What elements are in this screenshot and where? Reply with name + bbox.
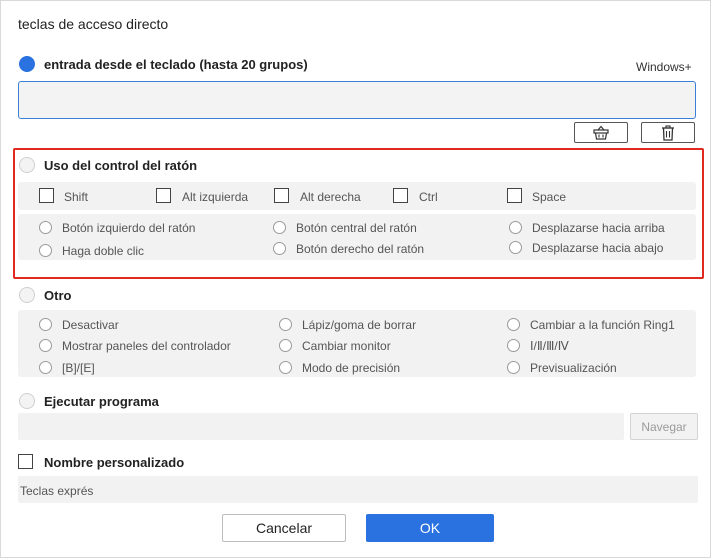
right-click-radio[interactable] [273, 242, 286, 255]
left-click-label: Botón izquierdo del ratón [62, 221, 196, 235]
left-click-radio[interactable] [39, 221, 52, 234]
delete-button[interactable] [641, 122, 695, 143]
alt-right-label: Alt derecha [300, 190, 361, 204]
disable-radio[interactable] [39, 318, 52, 331]
alt-left-checkbox[interactable] [156, 188, 171, 203]
custom-name-input[interactable]: Teclas exprés [18, 476, 698, 503]
ctrl-label: Ctrl [419, 190, 438, 204]
roman-modes-label: Ⅰ/Ⅱ/Ⅲ/Ⅳ [530, 339, 569, 353]
custom-name-label: Nombre personalizado [44, 455, 185, 470]
windows-prefix-label: Windows+ [636, 60, 692, 74]
show-panels-radio[interactable] [39, 339, 52, 352]
scroll-up-radio[interactable] [509, 221, 522, 234]
scroll-up-label: Desplazarse hacia arriba [532, 221, 665, 235]
middle-click-label: Botón central del ratón [296, 221, 417, 235]
scroll-down-label: Desplazarse hacia abajo [532, 241, 664, 255]
brush-eraser-label: [B]/[E] [62, 361, 95, 375]
ring1-radio[interactable] [507, 318, 520, 331]
ring1-label: Cambiar a la función Ring1 [530, 318, 675, 332]
ctrl-checkbox[interactable] [393, 188, 408, 203]
program-radio[interactable] [19, 393, 35, 409]
space-checkbox[interactable] [507, 188, 522, 203]
keyboard-label: entrada desde el teclado (hasta 20 grupo… [44, 57, 308, 72]
middle-click-radio[interactable] [273, 221, 286, 234]
double-click-radio[interactable] [39, 244, 52, 257]
disable-label: Desactivar [62, 318, 119, 332]
space-label: Space [532, 190, 567, 204]
precision-mode-label: Modo de precisión [302, 361, 401, 375]
preview-radio[interactable] [507, 361, 520, 374]
cancel-button[interactable]: Cancelar [222, 514, 346, 542]
mouse-label: Uso del control del ratón [44, 158, 198, 173]
dialog-title: teclas de acceso directo [18, 16, 169, 32]
precision-mode-radio[interactable] [279, 361, 292, 374]
right-click-label: Botón derecho del ratón [296, 242, 425, 256]
keyboard-shortcut-input[interactable] [18, 81, 696, 119]
custom-name-checkbox[interactable] [18, 454, 33, 469]
switch-monitor-label: Cambiar monitor [302, 339, 391, 353]
brush-eraser-radio[interactable] [39, 361, 52, 374]
scroll-down-radio[interactable] [509, 241, 522, 254]
mouse-radio[interactable] [19, 157, 35, 173]
shift-checkbox[interactable] [39, 188, 54, 203]
show-panels-label: Mostrar paneles del controlador [62, 339, 231, 353]
program-label: Ejecutar programa [44, 394, 159, 409]
browse-button[interactable]: Navegar [630, 413, 698, 440]
double-click-label: Haga doble clic [62, 244, 145, 258]
other-label: Otro [44, 288, 72, 303]
ok-button[interactable]: OK [366, 514, 494, 542]
shift-label: Shift [64, 190, 89, 204]
keyboard-radio[interactable] [19, 56, 35, 72]
pen-eraser-label: Lápiz/goma de borrar [302, 318, 417, 332]
alt-right-checkbox[interactable] [274, 188, 289, 203]
alt-left-label: Alt izquierda [182, 190, 249, 204]
pen-eraser-radio[interactable] [279, 318, 292, 331]
clear-button[interactable] [574, 122, 628, 143]
roman-modes-radio[interactable] [507, 339, 520, 352]
preview-label: Previsualización [530, 361, 617, 375]
basket-icon [593, 125, 609, 140]
other-radio[interactable] [19, 287, 35, 303]
trash-icon [662, 124, 674, 141]
program-path-input[interactable] [18, 413, 624, 440]
switch-monitor-radio[interactable] [279, 339, 292, 352]
